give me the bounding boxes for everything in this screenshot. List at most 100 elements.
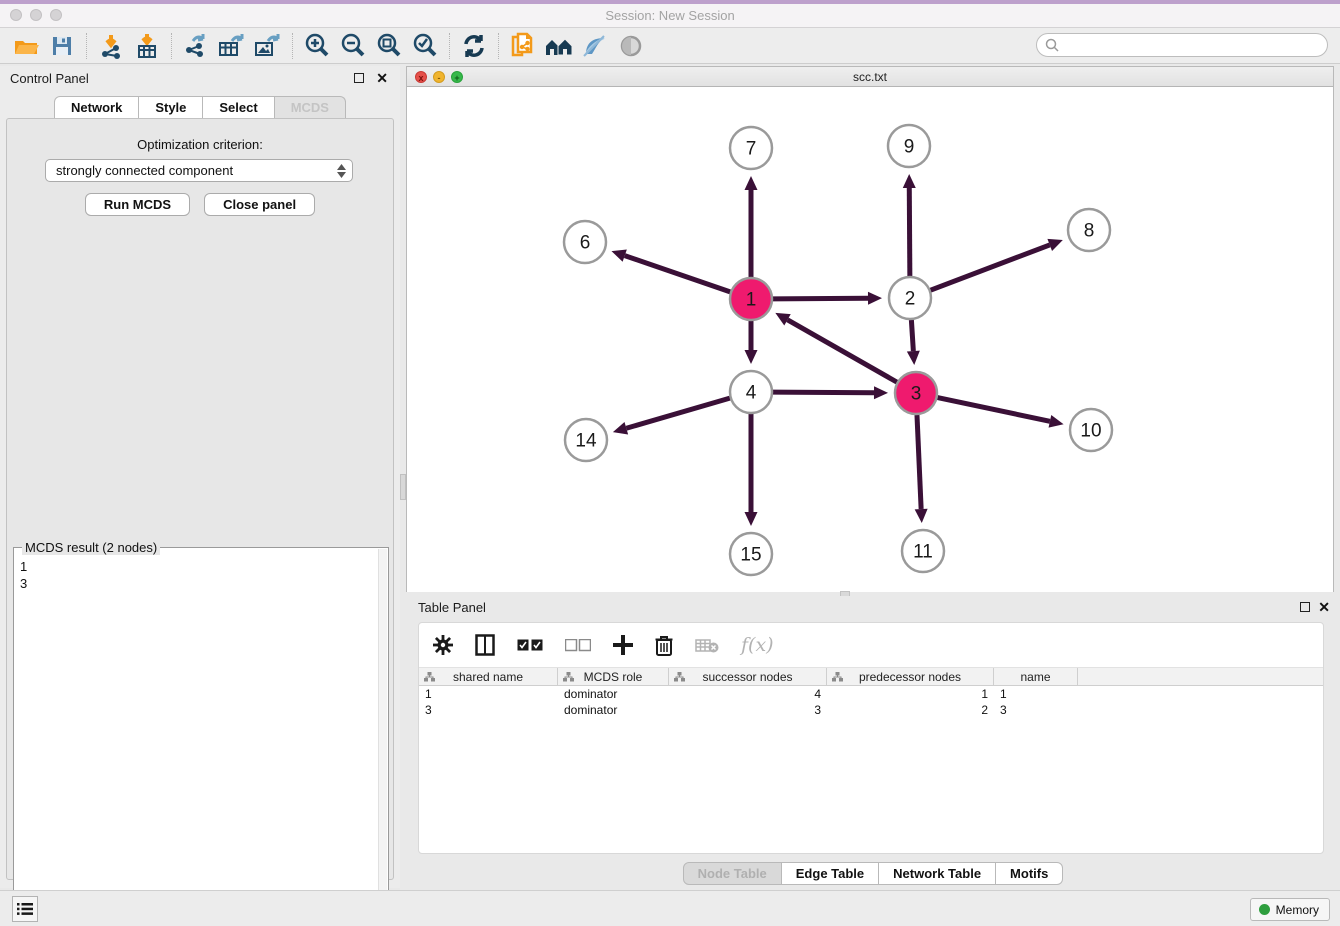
memory-status-icon	[1259, 904, 1270, 915]
tab-node-table[interactable]: Node Table	[683, 862, 782, 885]
save-session-icon[interactable]	[47, 31, 77, 61]
float-table-panel-icon[interactable]	[1300, 602, 1310, 612]
graph-node-label: 4	[746, 383, 757, 404]
table-panel: Table Panel ✕	[406, 596, 1340, 888]
first-neighbors-icon[interactable]	[544, 31, 574, 61]
graph-edge-3-11[interactable]	[917, 415, 921, 509]
float-panel-icon[interactable]	[354, 73, 364, 83]
close-panel-icon[interactable]: ✕	[376, 70, 388, 87]
graph-node-label: 11	[913, 542, 933, 563]
column-header-mcds-role[interactable]: MCDS role	[558, 668, 669, 685]
zoom-out-icon[interactable]	[338, 31, 368, 61]
edge-arrowhead	[745, 350, 758, 364]
network-window-title: scc.txt	[407, 70, 1333, 84]
graph-edge-4-3[interactable]	[773, 392, 874, 393]
column-type-icon	[563, 672, 574, 682]
table-cell[interactable]: 1	[994, 686, 1078, 702]
table-row[interactable]: 3dominator323	[419, 702, 1323, 718]
export-network-icon[interactable]	[181, 31, 211, 61]
table-cell[interactable]: dominator	[558, 686, 669, 702]
deselect-all-rows-icon[interactable]	[565, 639, 591, 652]
node-table-container: f(x) shared name MCDS role successor nod…	[418, 622, 1324, 854]
tab-network[interactable]: Network	[54, 96, 139, 118]
toolbar-separator	[171, 33, 172, 59]
column-header-shared-name[interactable]: shared name	[419, 668, 558, 685]
table-cell[interactable]: dominator	[558, 702, 669, 718]
zoom-selected-icon[interactable]	[410, 31, 440, 61]
toolbar-separator	[292, 33, 293, 59]
table-cell[interactable]: 3	[994, 702, 1078, 718]
column-type-icon	[674, 672, 685, 682]
tab-select[interactable]: Select	[203, 96, 274, 118]
tab-edge-table[interactable]: Edge Table	[782, 862, 879, 885]
table-cell[interactable]: 1	[827, 686, 994, 702]
close-table-panel-icon[interactable]: ✕	[1318, 599, 1330, 616]
result-scrollbar[interactable]	[378, 549, 387, 921]
graph-edge-1-2[interactable]	[773, 298, 868, 299]
zoom-fit-icon[interactable]	[374, 31, 404, 61]
tab-network-table[interactable]: Network Table	[879, 862, 996, 885]
column-header-name[interactable]: name	[994, 668, 1078, 685]
zoom-in-icon[interactable]	[302, 31, 332, 61]
tab-style[interactable]: Style	[139, 96, 203, 118]
tab-motifs[interactable]: Motifs	[996, 862, 1063, 885]
main-toolbar	[0, 28, 1340, 64]
import-network-from-file-icon[interactable]	[96, 31, 126, 61]
delete-table-icon[interactable]	[695, 638, 719, 653]
graph-edge-4-14[interactable]	[626, 398, 730, 428]
search-input[interactable]	[1059, 35, 1327, 55]
table-cell[interactable]: 3	[669, 702, 827, 718]
close-panel-button[interactable]: Close panel	[204, 193, 315, 216]
criterion-dropdown-value: strongly connected component	[46, 163, 334, 178]
table-cell[interactable]: 3	[419, 702, 558, 718]
window-title: Session: New Session	[0, 8, 1340, 23]
table-settings-icon[interactable]	[433, 635, 453, 655]
split-columns-icon[interactable]	[475, 634, 495, 656]
graph-edge-3-10[interactable]	[938, 398, 1050, 422]
graph-edge-2-9[interactable]	[909, 188, 910, 276]
add-column-icon[interactable]	[613, 635, 633, 655]
search-box[interactable]	[1036, 33, 1328, 57]
graph-edge-2-8[interactable]	[931, 245, 1050, 290]
tab-mcds[interactable]: MCDS	[275, 96, 346, 118]
table-cell[interactable]: 1	[419, 686, 558, 702]
table-row[interactable]: 1dominator411	[419, 686, 1323, 702]
edge-arrowhead	[745, 176, 758, 190]
birds-eye-view-icon[interactable]	[616, 31, 646, 61]
function-builder-icon[interactable]: f(x)	[741, 634, 774, 656]
table-panel-title: Table Panel	[418, 600, 486, 615]
new-network-from-selection-icon[interactable]	[508, 31, 538, 61]
graph-edge-1-6[interactable]	[625, 256, 730, 292]
mcds-result-box: MCDS result (2 nodes) 13	[13, 547, 389, 923]
graph-edge-2-3[interactable]	[911, 320, 913, 351]
graph-edge-3-1[interactable]	[787, 320, 896, 382]
graph-node-label: 3	[911, 384, 922, 405]
column-header-successor-nodes[interactable]: successor nodes	[669, 668, 827, 685]
mcds-panel: Optimization criterion: strongly connect…	[6, 118, 394, 880]
select-all-rows-icon[interactable]	[517, 639, 543, 652]
toolbar-separator	[449, 33, 450, 59]
open-session-icon[interactable]	[11, 31, 41, 61]
delete-column-icon[interactable]	[655, 635, 673, 656]
graph-node-label: 15	[740, 545, 761, 566]
criterion-dropdown[interactable]: strongly connected component	[45, 159, 353, 182]
graph-node-label: 2	[905, 289, 916, 310]
column-type-icon	[424, 672, 435, 682]
node-table-header: shared name MCDS role successor nodes pr…	[419, 667, 1323, 686]
network-canvas[interactable]: 7968124314101511	[407, 88, 1333, 592]
table-cell[interactable]: 4	[669, 686, 827, 702]
column-header-predecessor-nodes[interactable]: predecessor nodes	[827, 668, 994, 685]
column-type-icon	[832, 672, 843, 682]
apply-preferred-layout-icon[interactable]	[459, 31, 489, 61]
run-mcds-button[interactable]: Run MCDS	[85, 193, 190, 216]
memory-button[interactable]: Memory	[1250, 898, 1330, 921]
control-panel-header: Control Panel ✕	[0, 66, 400, 92]
export-image-icon[interactable]	[253, 31, 283, 61]
export-table-icon[interactable]	[217, 31, 247, 61]
status-bar: Memory	[0, 890, 1340, 926]
show-task-history-button[interactable]	[12, 896, 38, 922]
show-graphics-details-icon[interactable]	[580, 31, 610, 61]
table-cell[interactable]: 2	[827, 702, 994, 718]
network-window-titlebar: x - + scc.txt	[407, 67, 1333, 87]
import-table-from-file-icon[interactable]	[132, 31, 162, 61]
